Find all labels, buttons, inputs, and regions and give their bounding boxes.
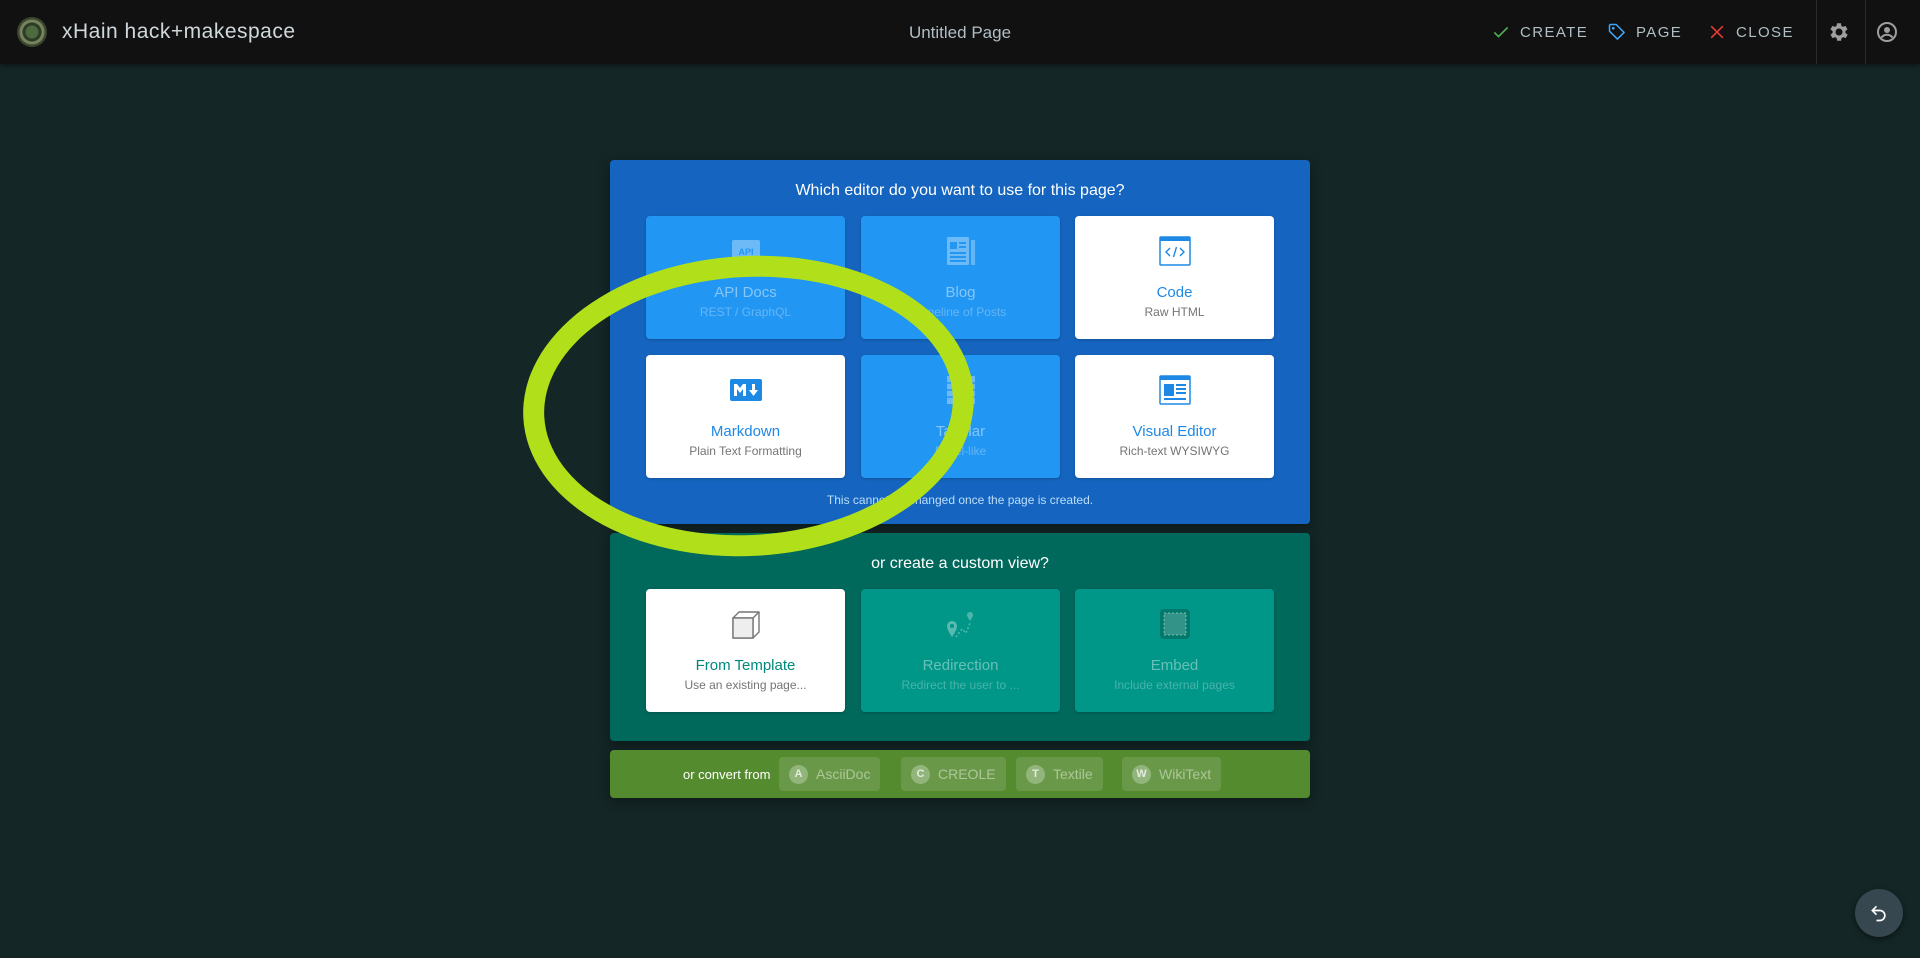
chip-avatar: A	[789, 764, 808, 784]
api-icon: API	[731, 240, 760, 262]
chip-avatar: W	[1132, 764, 1151, 784]
convert-chip-asciidoc[interactable]: A AsciiDoc	[779, 757, 881, 791]
card-label: Markdown	[710, 423, 781, 440]
svg-text:API: API	[738, 247, 753, 257]
embed-icon	[1159, 609, 1190, 639]
chip-label: WikiText	[1159, 766, 1212, 782]
editor-panel-title: Which editor do you want to use for this…	[795, 182, 1125, 199]
editor-card-markdown[interactable]: Markdown Plain Text Formatting	[646, 355, 845, 478]
table-icon	[946, 376, 975, 404]
card-subtitle: Include external pages	[1114, 678, 1235, 692]
redirect-icon	[946, 612, 973, 638]
code-icon	[1158, 236, 1191, 266]
editor-card-code[interactable]: Code Raw HTML	[1075, 216, 1274, 339]
top-app-bar: xHain hack+makespace Untitled Page CREAT…	[0, 0, 1920, 64]
card-label: Code	[1156, 284, 1193, 301]
chip-avatar: C	[911, 764, 930, 784]
editor-card-api-docs[interactable]: API API Docs REST / GraphQL	[646, 216, 845, 339]
chip-label: Textile	[1053, 766, 1093, 782]
account-button[interactable]	[1875, 20, 1899, 44]
card-label: From Template	[695, 657, 796, 674]
undo-icon	[1871, 905, 1886, 922]
editor-lock-note: This cannot be changed once the page is …	[826, 493, 1094, 507]
site-logo[interactable]	[17, 17, 47, 47]
divider	[1865, 0, 1866, 64]
close-label: CLOSE	[1736, 23, 1794, 41]
page-title: Untitled Page	[908, 23, 1012, 42]
convert-chip-wikitext[interactable]: W WikiText	[1122, 757, 1222, 791]
page-properties-button[interactable]: PAGE	[1607, 20, 1682, 44]
card-label: Redirection	[922, 657, 999, 674]
create-label: CREATE	[1520, 23, 1589, 41]
check-icon	[1493, 26, 1509, 38]
custom-view-panel: or create a custom view? From Template U…	[610, 533, 1310, 741]
card-subtitle: Timeline of Posts	[914, 305, 1007, 319]
create-button[interactable]: CREATE	[1491, 20, 1588, 44]
tag-icon	[1608, 23, 1625, 40]
chip-label: CREOLE	[938, 766, 996, 782]
card-label: Visual Editor	[1132, 423, 1217, 440]
blog-icon	[946, 237, 975, 265]
custom-card-redirection[interactable]: Redirection Redirect the user to ...	[861, 589, 1060, 712]
chip-avatar: T	[1026, 764, 1045, 784]
editor-selection-panel: Which editor do you want to use for this…	[610, 160, 1310, 524]
card-subtitle: Excel-like	[934, 444, 987, 458]
site-name[interactable]: xHain hack+makespace	[62, 20, 296, 44]
card-subtitle: Use an existing page...	[684, 678, 807, 692]
custom-card-embed[interactable]: Embed Include external pages	[1075, 589, 1274, 712]
card-subtitle: Rich-text WYSIWYG	[1119, 444, 1230, 458]
card-label: Blog	[945, 284, 976, 301]
markdown-icon	[729, 379, 762, 401]
account-circle-icon	[1877, 22, 1897, 42]
card-label: API Docs	[714, 284, 777, 301]
chip-label: AsciiDoc	[816, 766, 871, 782]
custom-panel-title: or create a custom view?	[871, 555, 1049, 572]
card-label: Embed	[1150, 657, 1199, 674]
card-subtitle: Raw HTML	[1144, 305, 1205, 319]
close-icon	[1710, 25, 1724, 39]
convert-chip-creole[interactable]: C CREOLE	[901, 757, 1006, 791]
convert-label: or convert from	[683, 767, 771, 782]
close-button[interactable]: CLOSE	[1707, 20, 1794, 44]
convert-chip-textile[interactable]: T Textile	[1016, 757, 1103, 791]
custom-card-from-template[interactable]: From Template Use an existing page...	[646, 589, 845, 712]
convert-panel: or convert from A AsciiDoc C CREOLE T Te…	[610, 750, 1310, 798]
editor-card-tabular[interactable]: Tabular Excel-like	[861, 355, 1060, 478]
undo-fab-button[interactable]	[1855, 889, 1903, 937]
template-box-icon	[731, 611, 760, 639]
card-subtitle: Redirect the user to ...	[901, 678, 1020, 692]
page-label: PAGE	[1636, 23, 1683, 41]
visual-editor-icon	[1158, 375, 1191, 405]
editor-card-visual-editor[interactable]: Visual Editor Rich-text WYSIWYG	[1075, 355, 1274, 478]
card-subtitle: Plain Text Formatting	[689, 444, 802, 458]
settings-button[interactable]	[1827, 20, 1851, 44]
card-subtitle: REST / GraphQL	[699, 305, 792, 319]
card-label: Tabular	[935, 423, 986, 440]
editor-card-blog[interactable]: Blog Timeline of Posts	[861, 216, 1060, 339]
gear-icon	[1830, 23, 1848, 41]
divider	[1816, 0, 1817, 64]
